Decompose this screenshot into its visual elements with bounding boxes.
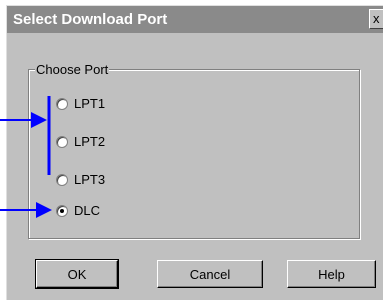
radio-label-lpt2: LPT2 [74, 134, 106, 149]
radio-label-lpt1: LPT1 [74, 96, 106, 111]
radio-label-dlc: DLC [74, 203, 101, 218]
close-icon: x [373, 11, 380, 26]
dialog-title: Select Download Port [13, 11, 168, 28]
radio-label-lpt3: LPT3 [74, 172, 106, 187]
radio-button-icon[interactable] [56, 97, 68, 110]
radio-button-icon[interactable] [56, 135, 68, 148]
radio-dlc[interactable]: DLC [56, 203, 100, 218]
group-label: Choose Port [35, 62, 110, 77]
ok-label: OK [67, 266, 87, 282]
radio-lpt1[interactable]: LPT1 [56, 96, 105, 111]
radio-lpt2[interactable]: LPT2 [56, 134, 105, 149]
close-button[interactable]: x [369, 9, 383, 29]
cancel-button[interactable]: Cancel [157, 260, 263, 288]
title-bar[interactable]: Select Download Port x [7, 6, 383, 33]
radio-button-icon[interactable] [56, 173, 68, 186]
help-label: Help [318, 266, 345, 282]
ok-button[interactable]: OK [35, 259, 119, 289]
cancel-label: Cancel [189, 266, 231, 282]
radio-button-selected-icon[interactable] [56, 204, 68, 217]
radio-lpt3[interactable]: LPT3 [56, 172, 105, 187]
help-button[interactable]: Help [287, 260, 376, 288]
